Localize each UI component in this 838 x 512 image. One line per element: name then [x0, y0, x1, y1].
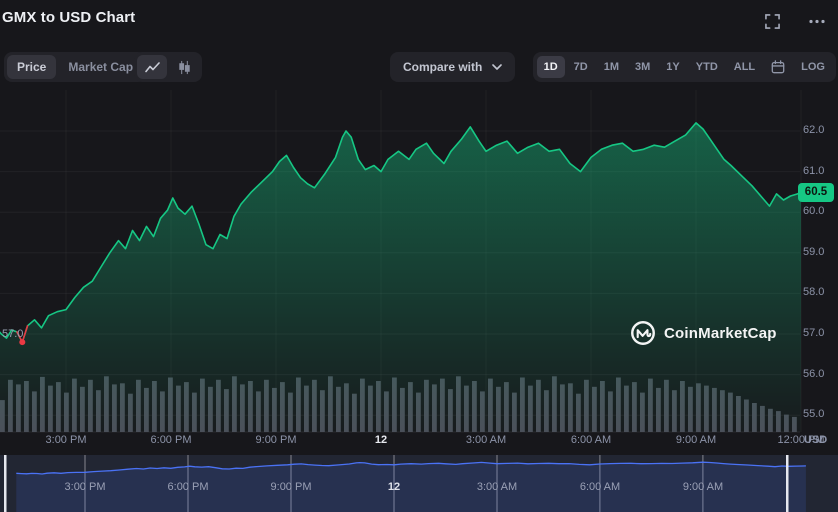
range-1m[interactable]: 1M — [597, 56, 626, 78]
metric-toggle: Price Market Cap — [4, 52, 147, 82]
x-axis-label: 9:00 PM — [255, 434, 297, 446]
range-all[interactable]: ALL — [727, 56, 762, 78]
range-selector: 1D 7D 1M 3M 1Y YTD ALL LOG — [532, 52, 836, 82]
x-axis-label: 6:00 AM — [570, 434, 612, 446]
log-toggle[interactable]: LOG — [794, 56, 832, 78]
usd-axis-label: USD — [804, 434, 828, 446]
y-axis-label: 61.0 — [803, 165, 825, 177]
current-price-badge: 60.5 — [798, 183, 834, 202]
range-1y[interactable]: 1Y — [659, 56, 686, 78]
y-axis-label: 58.0 — [803, 286, 825, 298]
watermark: CoinMarketCap — [630, 320, 777, 346]
x-axis-label: 3:00 PM — [45, 434, 87, 446]
navigator-label: 3:00 PM — [64, 481, 106, 493]
x-axis-label: 3:00 AM — [465, 434, 507, 446]
range-ytd[interactable]: YTD — [689, 56, 725, 78]
chevron-down-icon — [492, 64, 503, 70]
navigator-label: 9:00 AM — [682, 481, 724, 493]
navigator-label: 6:00 AM — [579, 481, 621, 493]
navigator-label: 6:00 PM — [167, 481, 209, 493]
navigator-label: 12 — [387, 481, 401, 493]
open-price-marker — [19, 339, 26, 346]
navigator-handle-right[interactable] — [786, 455, 789, 512]
compare-with-label: Compare with — [403, 60, 483, 74]
compare-with-button[interactable]: Compare with — [390, 52, 516, 82]
range-3m[interactable]: 3M — [628, 56, 657, 78]
y-axis-label: 57.0 — [803, 327, 825, 339]
x-axis-label: 12 — [374, 434, 388, 446]
navigator-label: 9:00 PM — [270, 481, 312, 493]
range-1d[interactable]: 1D — [536, 56, 565, 78]
market-cap-tab[interactable]: Market Cap — [58, 55, 143, 79]
candlestick-icon[interactable] — [169, 55, 199, 79]
range-7d[interactable]: 7D — [567, 56, 595, 78]
x-axis-label: 6:00 PM — [150, 434, 192, 446]
fullscreen-icon[interactable] — [761, 10, 784, 33]
navigator-label: 3:00 AM — [476, 481, 518, 493]
calendar-icon[interactable] — [764, 56, 792, 78]
page-title: GMX to USD Chart — [2, 9, 136, 26]
y-axis-label: 56.0 — [803, 368, 825, 380]
chart-type-toggle — [134, 52, 202, 82]
y-axis-label: 60.0 — [803, 205, 825, 217]
more-icon[interactable] — [804, 10, 830, 33]
y-axis-label: 62.0 — [803, 124, 825, 136]
navigator-handle-left[interactable] — [4, 455, 7, 512]
price-tab[interactable]: Price — [7, 55, 57, 79]
x-axis-label: 9:00 AM — [675, 434, 717, 446]
y-axis-label: 55.0 — [803, 408, 825, 420]
line-chart-icon[interactable] — [137, 55, 167, 79]
price-chart[interactable] — [0, 90, 838, 435]
open-price-label: 57.0 — [2, 328, 24, 340]
watermark-text: CoinMarketCap — [664, 324, 777, 342]
coinmarketcap-logo-icon — [631, 321, 655, 345]
y-axis-label: 59.0 — [803, 246, 825, 258]
